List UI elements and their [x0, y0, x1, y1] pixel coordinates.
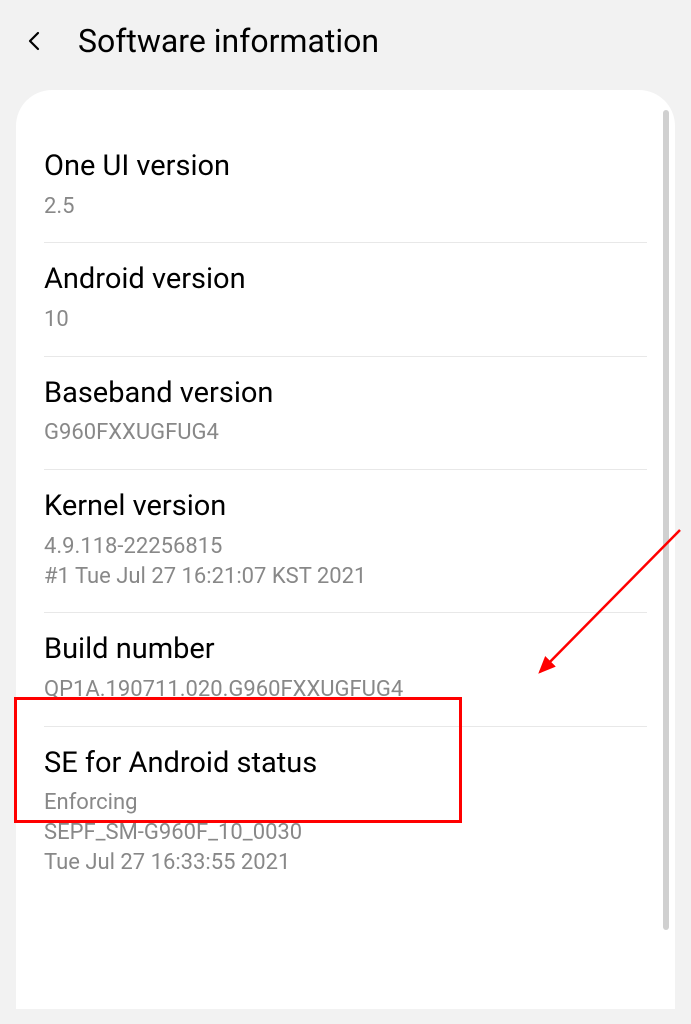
setting-value: QP1A.190711.020.G960FXXUGFUG4	[44, 675, 647, 705]
setting-value: G960FXXUGFUG4	[44, 418, 647, 448]
setting-title: One UI version	[44, 148, 647, 186]
setting-title: Baseband version	[44, 375, 647, 413]
setting-value: Enforcing SEPF_SM-G960F_10_0030 Tue Jul …	[44, 788, 647, 877]
setting-value: 10	[44, 305, 647, 335]
setting-item-kernel-version[interactable]: Kernel version 4.9.118-22256815 #1 Tue J…	[16, 470, 675, 613]
setting-item-baseband-version[interactable]: Baseband version G960FXXUGFUG4	[16, 357, 675, 470]
setting-item-android-version[interactable]: Android version 10	[16, 243, 675, 356]
setting-value: 4.9.118-22256815 #1 Tue Jul 27 16:21:07 …	[44, 532, 647, 591]
setting-value: 2.5	[44, 192, 647, 222]
settings-list: One UI version 2.5 Android version 10 Ba…	[16, 90, 675, 1009]
back-button[interactable]	[18, 25, 50, 57]
setting-item-build-number[interactable]: Build number QP1A.190711.020.G960FXXUGFU…	[16, 613, 675, 726]
setting-item-se-android-status[interactable]: SE for Android status Enforcing SEPF_SM-…	[16, 727, 675, 900]
setting-title: SE for Android status	[44, 745, 647, 783]
header: Software information	[0, 0, 691, 90]
setting-title: Android version	[44, 261, 647, 299]
setting-item-one-ui-version[interactable]: One UI version 2.5	[16, 130, 675, 243]
setting-title: Kernel version	[44, 488, 647, 526]
chevron-left-icon	[22, 29, 46, 53]
setting-title: Build number	[44, 631, 647, 669]
page-title: Software information	[78, 22, 379, 60]
